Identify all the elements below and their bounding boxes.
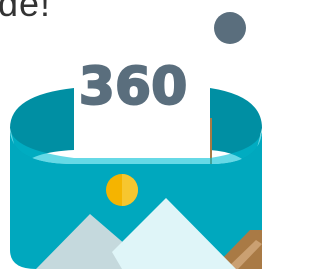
sun-icon [106,174,138,206]
degree-label: 360 [79,57,188,117]
degree-symbol-icon [214,12,246,44]
panorama-360-icon: 360 [10,12,262,269]
icon-canvas: de! 360 [0,0,266,269]
